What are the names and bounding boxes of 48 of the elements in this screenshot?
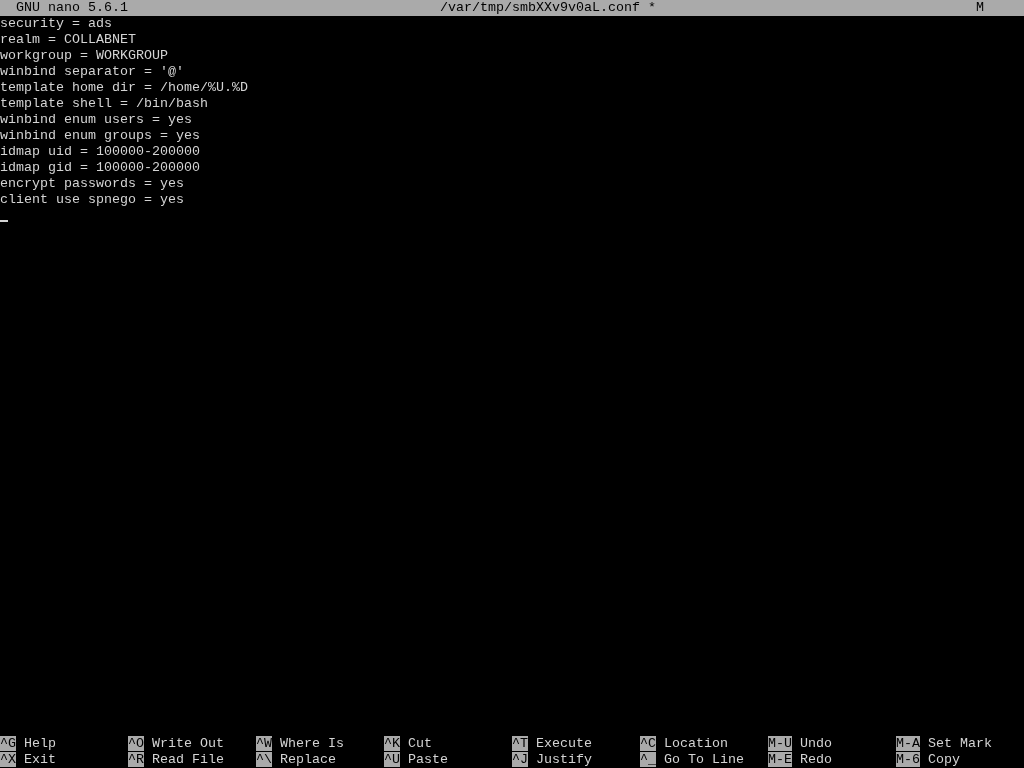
text-line: idmap uid = 100000-200000 xyxy=(0,144,200,159)
shortcut-label: Cut xyxy=(408,736,432,751)
text-line: realm = COLLABNET xyxy=(0,32,136,47)
shortcut-label: Set Mark xyxy=(928,736,992,751)
shortcut-key: ^C xyxy=(640,736,656,751)
shortcut-key: ^X xyxy=(0,752,16,767)
shortcut-label: Read File xyxy=(152,752,224,767)
shortcut-key: ^T xyxy=(512,736,528,751)
shortcut-label: Redo xyxy=(800,752,832,767)
app-version: GNU nano 5.6.1 xyxy=(16,0,128,15)
shortcut-key: ^O xyxy=(128,736,144,751)
shortcut-label: Where Is xyxy=(280,736,344,751)
shortcut-label: Replace xyxy=(280,752,336,767)
shortcut-key: ^U xyxy=(384,752,400,767)
shortcut-label: Execute xyxy=(536,736,592,751)
shortcut-label: Go To Line xyxy=(664,752,744,767)
shortcut-key: M-6 xyxy=(896,752,920,767)
shortcut-label: Undo xyxy=(800,736,832,751)
shortcut-key: ^K xyxy=(384,736,400,751)
shortcut-label: Paste xyxy=(408,752,448,767)
shortcut-label: Justify xyxy=(536,752,592,767)
shortcut-key: M-E xyxy=(768,752,792,767)
shortcut-label: Exit xyxy=(24,752,56,767)
text-cursor xyxy=(0,220,8,222)
text-line: client use spnego = yes xyxy=(0,192,184,207)
shortcut-label: Location xyxy=(664,736,728,751)
text-line: winbind enum groups = yes xyxy=(0,128,200,143)
modified-label: M xyxy=(976,0,984,15)
text-line: winbind enum users = yes xyxy=(0,112,192,127)
text-line: template shell = /bin/bash xyxy=(0,96,208,111)
text-line: idmap gid = 100000-200000 xyxy=(0,160,200,175)
text-line: winbind separator = '@' xyxy=(0,64,184,79)
shortcut-key: ^J xyxy=(512,752,528,767)
shortcut-key: ^\ xyxy=(256,752,272,767)
text-line: encrypt passwords = yes xyxy=(0,176,184,191)
shortcut-key: M-U xyxy=(768,736,792,751)
text-line: template home dir = /home/%U.%D xyxy=(0,80,248,95)
text-line: workgroup = WORKGROUP xyxy=(0,48,168,63)
shortcut-key: ^R xyxy=(128,752,144,767)
shortcut-key: ^_ xyxy=(640,752,656,767)
shortcut-label: Help xyxy=(24,736,56,751)
shortcut-key: M-A xyxy=(896,736,920,751)
shortcut-key: ^W xyxy=(256,736,272,751)
text-line: security = ads xyxy=(0,16,112,31)
shortcut-key: ^G xyxy=(0,736,16,751)
shortcut-label: Write Out xyxy=(152,736,224,751)
file-name: /var/tmp/smbXXv9v0aL.conf * xyxy=(440,0,656,16)
shortcut-label: Copy xyxy=(928,752,960,767)
